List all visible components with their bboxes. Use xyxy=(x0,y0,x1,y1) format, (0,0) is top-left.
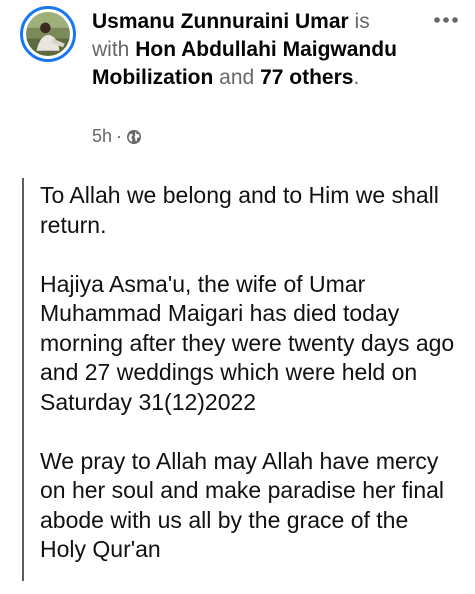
globe-icon[interactable] xyxy=(126,129,142,145)
meta-separator: · xyxy=(116,126,123,146)
post-card: Usmanu Zunnuraini Umar is with Hon Abdul… xyxy=(0,0,475,581)
more-dots-icon xyxy=(434,17,458,23)
avatar-image xyxy=(26,12,70,56)
paragraph: We pray to Allah may Allah have mercy on… xyxy=(40,447,445,563)
post-meta: 5h · xyxy=(92,126,142,147)
tagged-others[interactable]: 77 others xyxy=(260,66,353,89)
post-header: Usmanu Zunnuraini Umar is with Hon Abdul… xyxy=(92,8,412,92)
post-body: To Allah we belong and to Him we shall r… xyxy=(40,181,460,594)
quote-rule xyxy=(22,178,24,581)
post-time[interactable]: 5h xyxy=(92,126,112,147)
paragraph: Hajiya Asma'u, the wife of Umar Muhammad… xyxy=(40,270,455,415)
paragraph: To Allah we belong and to Him we shall r… xyxy=(40,182,439,238)
and-text: and xyxy=(219,66,255,89)
more-options-button[interactable] xyxy=(429,8,463,32)
author-avatar[interactable] xyxy=(20,6,76,62)
author-name[interactable]: Usmanu Zunnuraini Umar xyxy=(92,10,349,33)
period-text: . xyxy=(353,66,360,89)
